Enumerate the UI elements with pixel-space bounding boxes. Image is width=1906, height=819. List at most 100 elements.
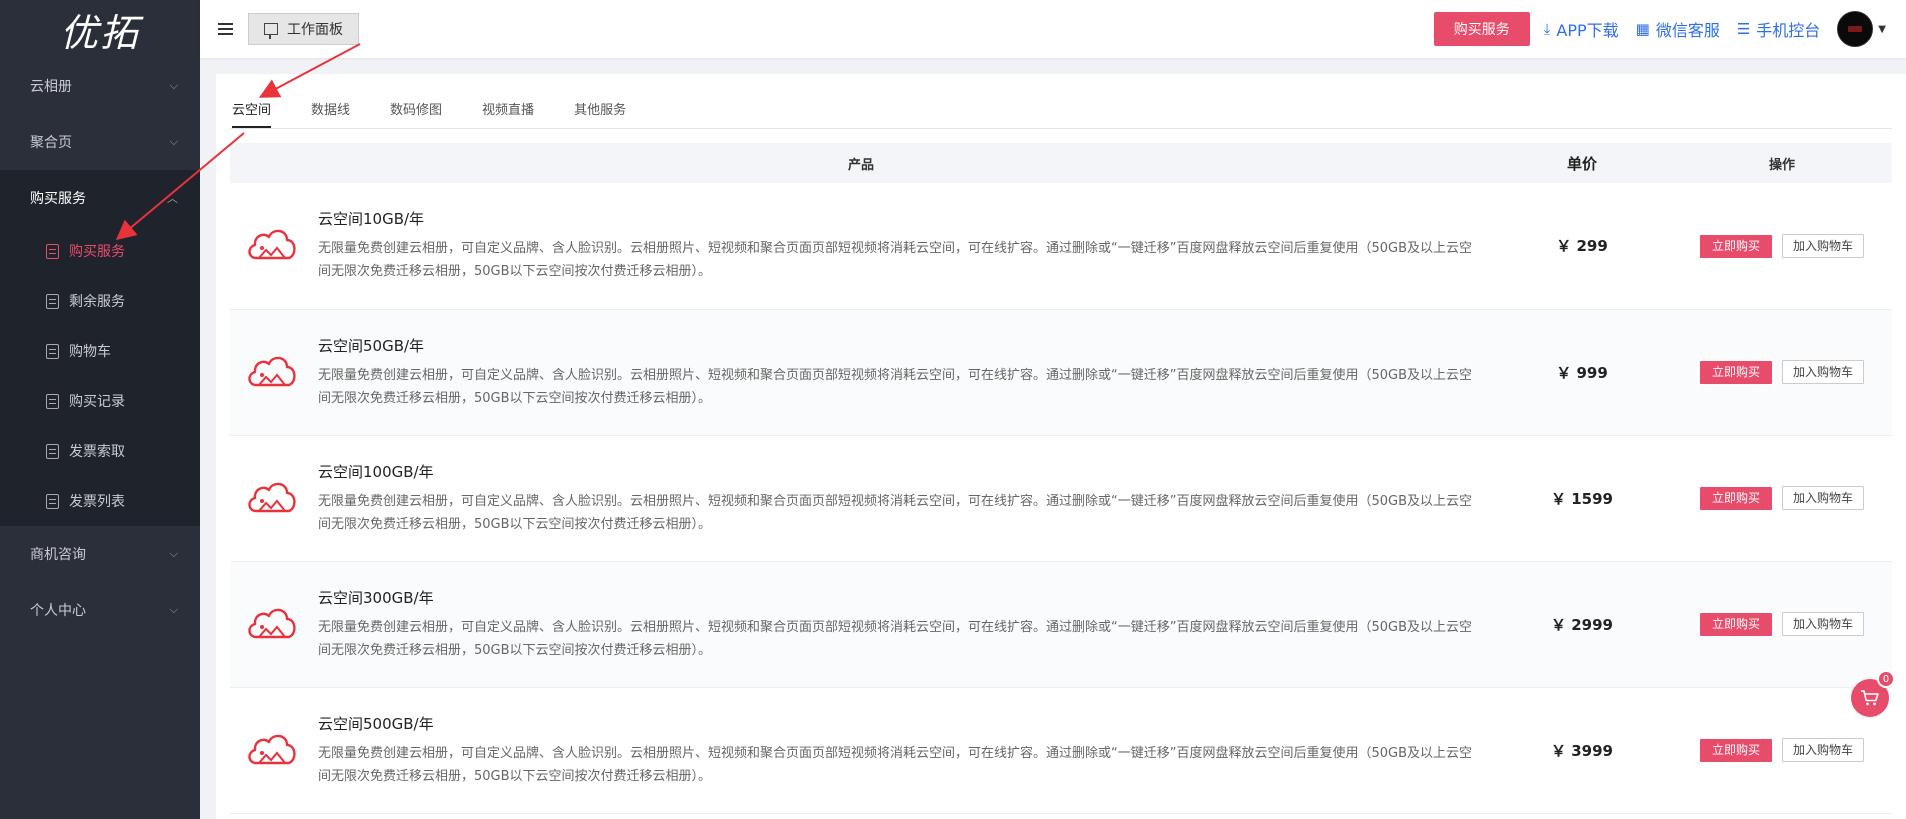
document-icon — [46, 393, 59, 409]
caret-down-icon[interactable]: ▼ — [1878, 24, 1886, 35]
document-icon — [46, 243, 59, 259]
action-cell: 立即购买 加入购物车 — [1672, 309, 1892, 436]
wechat-service-link[interactable]: ▦ 微信客服 — [1636, 17, 1720, 41]
buy-now-button[interactable]: 立即购买 — [1699, 613, 1772, 636]
product-name: 云空间500GB/年 — [318, 714, 434, 733]
workbench-label: 工作面板 — [287, 22, 343, 38]
sidebar-item-label: 个人中心 — [30, 603, 86, 619]
product-price: ￥ 3999 — [1492, 687, 1672, 814]
product-price: ￥ 1599 — [1492, 435, 1672, 562]
whiteboard-icon — [264, 23, 278, 39]
download-icon: ⤓ — [1543, 20, 1551, 38]
product-cell: 云空间300GB/年 无限量免费创建云相册，可自定义品牌、含人脸识别。云相册照片… — [230, 561, 1492, 688]
sidebar-item-aggregate-page[interactable]: 聚合页 ⌵ — [0, 114, 200, 170]
product-name: 云空间300GB/年 — [318, 588, 434, 607]
buy-now-button[interactable]: 立即购买 — [1699, 739, 1772, 762]
action-cell: 立即购买 加入购物车 — [1672, 561, 1892, 688]
tab-photo-retouch[interactable]: 数码修图 — [390, 99, 442, 128]
product-name: 云空间10GB/年 — [318, 210, 425, 229]
product-name: 云空间100GB/年 — [318, 462, 434, 481]
cloud-photo-icon — [248, 734, 296, 764]
submenu-item-label: 发票索取 — [69, 444, 125, 460]
document-icon — [46, 293, 59, 309]
chevron-down-icon: ⌵ — [169, 79, 178, 92]
sidebar-item-personal-center[interactable]: 个人中心 ⌵ — [0, 582, 200, 638]
cloud-photo-icon — [248, 608, 296, 638]
table-row: 云空间300GB/年 无限量免费创建云相册，可自定义品牌、含人脸识别。云相册照片… — [230, 561, 1892, 688]
buy-now-button[interactable]: 立即购买 — [1699, 234, 1772, 258]
submenu-item-label: 购买服务 — [69, 244, 125, 260]
product-price: ￥ 2999 — [1492, 561, 1672, 688]
submenu-item-remaining-service[interactable]: 剩余服务 — [0, 276, 200, 326]
product-cell: 云空间10GB/年 无限量免费创建云相册，可自定义品牌、含人脸识别。云相册照片、… — [230, 183, 1492, 310]
table-header-row: 产品 单价 操作 — [230, 143, 1892, 183]
floating-cart-button[interactable]: 0 — [1851, 670, 1895, 717]
buy-service-button[interactable]: 购买服务 — [1433, 12, 1530, 46]
product-table: 产品 单价 操作 云空间10GB/年 无限量免费创建云相册，可自定义品牌、含人脸… — [230, 143, 1892, 814]
tab-data-cable[interactable]: 数据线 — [311, 99, 350, 128]
chevron-down-icon: ⌵ — [169, 603, 178, 616]
header-product: 产品 — [847, 157, 874, 173]
table-row: 云空间500GB/年 无限量免费创建云相册，可自定义品牌、含人脸识别。云相册照片… — [230, 687, 1892, 814]
product-cell: 云空间500GB/年 无限量免费创建云相册，可自定义品牌、含人脸识别。云相册照片… — [230, 687, 1492, 814]
submenu-item-label: 剩余服务 — [69, 294, 125, 310]
sidebar-item-label: 云相册 — [30, 79, 72, 95]
cloud-photo-icon — [248, 356, 296, 386]
product-price: ￥ 999 — [1492, 309, 1672, 436]
submenu-item-purchase-history[interactable]: 购买记录 — [0, 376, 200, 426]
document-icon — [46, 443, 59, 459]
add-to-cart-button[interactable]: 加入购物车 — [1782, 360, 1865, 384]
sidebar: 优拓 云相册 ⌵ 聚合页 ⌵ 购买服务 ︿ 购买服务 剩余服务 购物车 购买记录 — [0, 0, 200, 819]
sidebar-item-cloud-album[interactable]: 云相册 ⌵ — [0, 58, 200, 114]
topbar: 工作面板 购买服务 ⤓ APP下载 ▦ 微信客服 ☰ 手机控台 ▼ — [200, 0, 1906, 58]
submenu-item-label: 发票列表 — [69, 494, 125, 510]
buy-now-button[interactable]: 立即购买 — [1699, 487, 1772, 510]
table-row: 云空间10GB/年 无限量免费创建云相册，可自定义品牌、含人脸识别。云相册照片、… — [230, 183, 1892, 310]
product-description: 无限量免费创建云相册，可自定义品牌、含人脸识别。云相册照片、短视频和聚合页面页部… — [318, 619, 1473, 658]
product-name: 云空间50GB/年 — [318, 336, 425, 355]
workbench-button[interactable]: 工作面板 — [248, 13, 359, 45]
buy-now-button[interactable]: 立即购买 — [1699, 361, 1772, 384]
tab-other-services[interactable]: 其他服务 — [574, 99, 626, 128]
cart-count-badge: 0 — [1877, 670, 1895, 688]
app-download-label: APP下载 — [1556, 21, 1619, 40]
action-cell: 立即购买 加入购物车 — [1672, 435, 1892, 562]
app-download-link[interactable]: ⤓ APP下载 — [1544, 17, 1619, 41]
product-cell: 云空间50GB/年 无限量免费创建云相册，可自定义品牌、含人脸识别。云相册照片、… — [230, 309, 1492, 436]
logo[interactable]: 优拓 — [0, 0, 200, 58]
tab-bar: 云空间 数据线 数码修图 视频直播 其他服务 — [230, 74, 1892, 129]
sidebar-item-purchase-service[interactable]: 购买服务 ︿ — [0, 170, 200, 226]
chevron-up-icon: ︿ — [167, 192, 178, 205]
product-description: 无限量免费创建云相册，可自定义品牌、含人脸识别。云相册照片、短视频和聚合页面页部… — [318, 367, 1473, 406]
submenu-item-invoice-list[interactable]: 发票列表 — [0, 476, 200, 526]
sliders-icon: ☰ — [1736, 20, 1751, 38]
add-to-cart-button[interactable]: 加入购物车 — [1782, 612, 1865, 636]
submenu-item-purchase-service[interactable]: 购买服务 — [0, 226, 200, 276]
submenu-item-label: 购买记录 — [69, 394, 125, 410]
cloud-photo-icon — [248, 230, 296, 260]
header-action: 操作 — [1768, 157, 1795, 173]
sidebar-group-purchase: 购买服务 ︿ 购买服务 剩余服务 购物车 购买记录 发票索取 发票列表 — [0, 170, 200, 526]
tab-cloud-space[interactable]: 云空间 — [232, 99, 272, 128]
sidebar-item-business-inquiry[interactable]: 商机咨询 ⌵ — [0, 526, 200, 582]
shopping-cart-icon — [1861, 690, 1879, 706]
sidebar-item-label: 商机咨询 — [30, 547, 86, 563]
mobile-console-link[interactable]: ☰ 手机控台 — [1737, 17, 1820, 41]
qrcode-icon: ▦ — [1635, 20, 1650, 38]
table-row: 云空间50GB/年 无限量免费创建云相册，可自定义品牌、含人脸识别。云相册照片、… — [230, 309, 1892, 436]
avatar[interactable] — [1837, 11, 1874, 47]
sidebar-item-label: 聚合页 — [30, 135, 72, 151]
hamburger-icon[interactable] — [218, 20, 233, 38]
add-to-cart-button[interactable]: 加入购物车 — [1782, 486, 1865, 510]
cloud-photo-icon — [248, 482, 296, 512]
product-description: 无限量免费创建云相册，可自定义品牌、含人脸识别。云相册照片、短视频和聚合页面页部… — [318, 493, 1473, 532]
document-icon — [46, 493, 59, 509]
sidebar-item-label: 购买服务 — [30, 191, 86, 207]
add-to-cart-button[interactable]: 加入购物车 — [1782, 233, 1865, 258]
tab-live-video[interactable]: 视频直播 — [482, 99, 534, 128]
submenu-item-label: 购物车 — [69, 344, 111, 360]
submenu-item-cart[interactable]: 购物车 — [0, 326, 200, 376]
submenu-item-invoice-request[interactable]: 发票索取 — [0, 426, 200, 476]
mobile-console-label: 手机控台 — [1756, 21, 1821, 40]
add-to-cart-button[interactable]: 加入购物车 — [1782, 738, 1865, 762]
